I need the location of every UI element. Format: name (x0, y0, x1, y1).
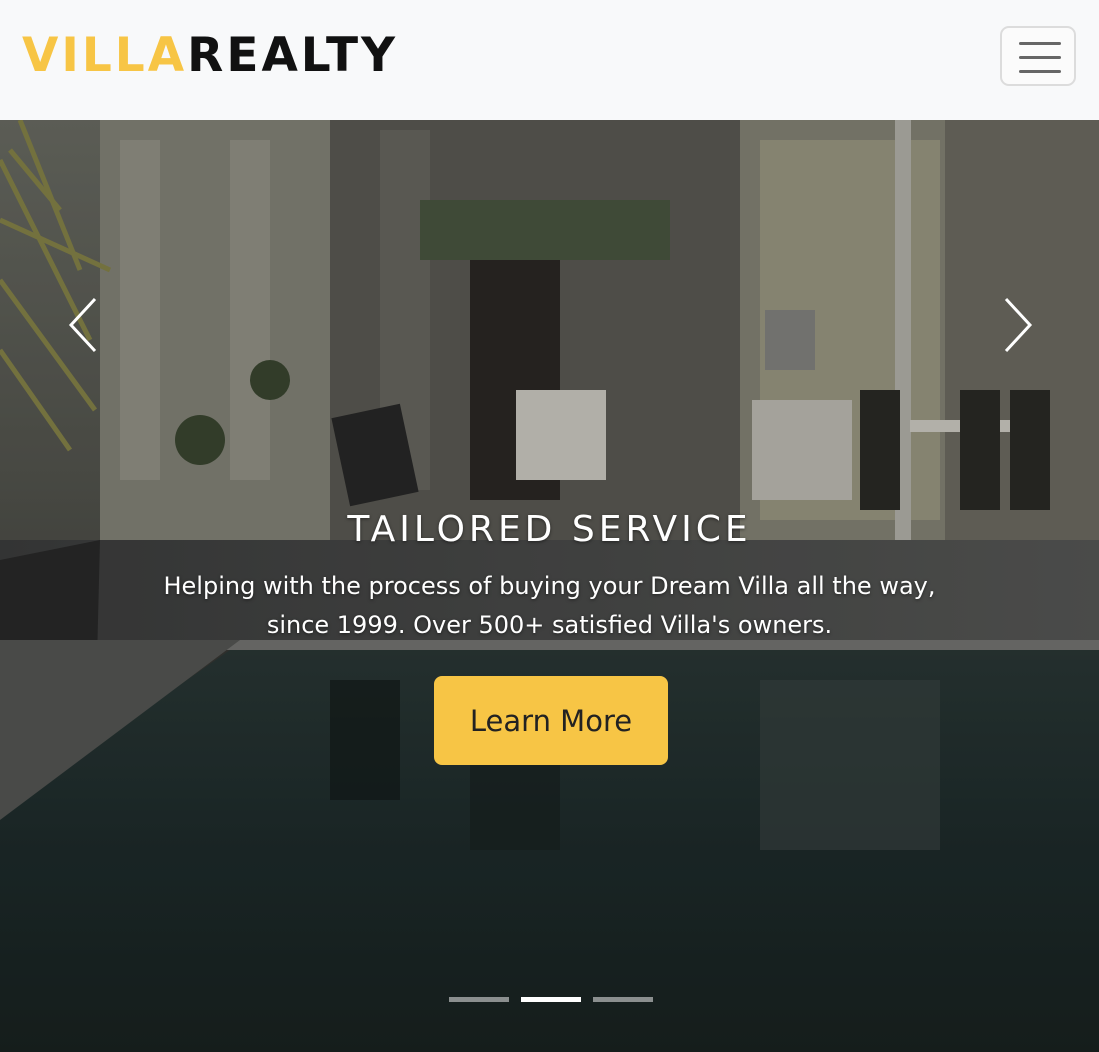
brand-accent-text: VILLA (22, 28, 188, 83)
carousel-indicator-3[interactable] (593, 997, 653, 1002)
slide-description: Helping with the process of buying your … (0, 567, 1099, 645)
carousel-indicator-1[interactable] (449, 997, 509, 1002)
brand-logo[interactable]: VILLAREALTY (22, 27, 398, 85)
slide-description-line2: since 1999. Over 500+ satisfied Villa's … (266, 611, 833, 639)
chevron-right-icon (1004, 297, 1033, 353)
navbar: VILLAREALTY (0, 0, 1099, 120)
carousel-indicator-2[interactable] (521, 997, 581, 1002)
learn-more-button[interactable]: Learn More (434, 676, 668, 765)
carousel-prev-button[interactable] (63, 295, 103, 355)
hero-carousel: TAILORED SERVICE Helping with the proces… (0, 120, 1099, 1052)
slide-title: TAILORED SERVICE (347, 509, 752, 550)
brand-main-text: REALTY (187, 28, 399, 83)
navbar-toggler-button[interactable] (1000, 26, 1076, 86)
carousel-next-button[interactable] (998, 295, 1038, 355)
slide-description-line1: Helping with the process of buying your … (163, 572, 936, 600)
chevron-left-icon (68, 297, 97, 353)
